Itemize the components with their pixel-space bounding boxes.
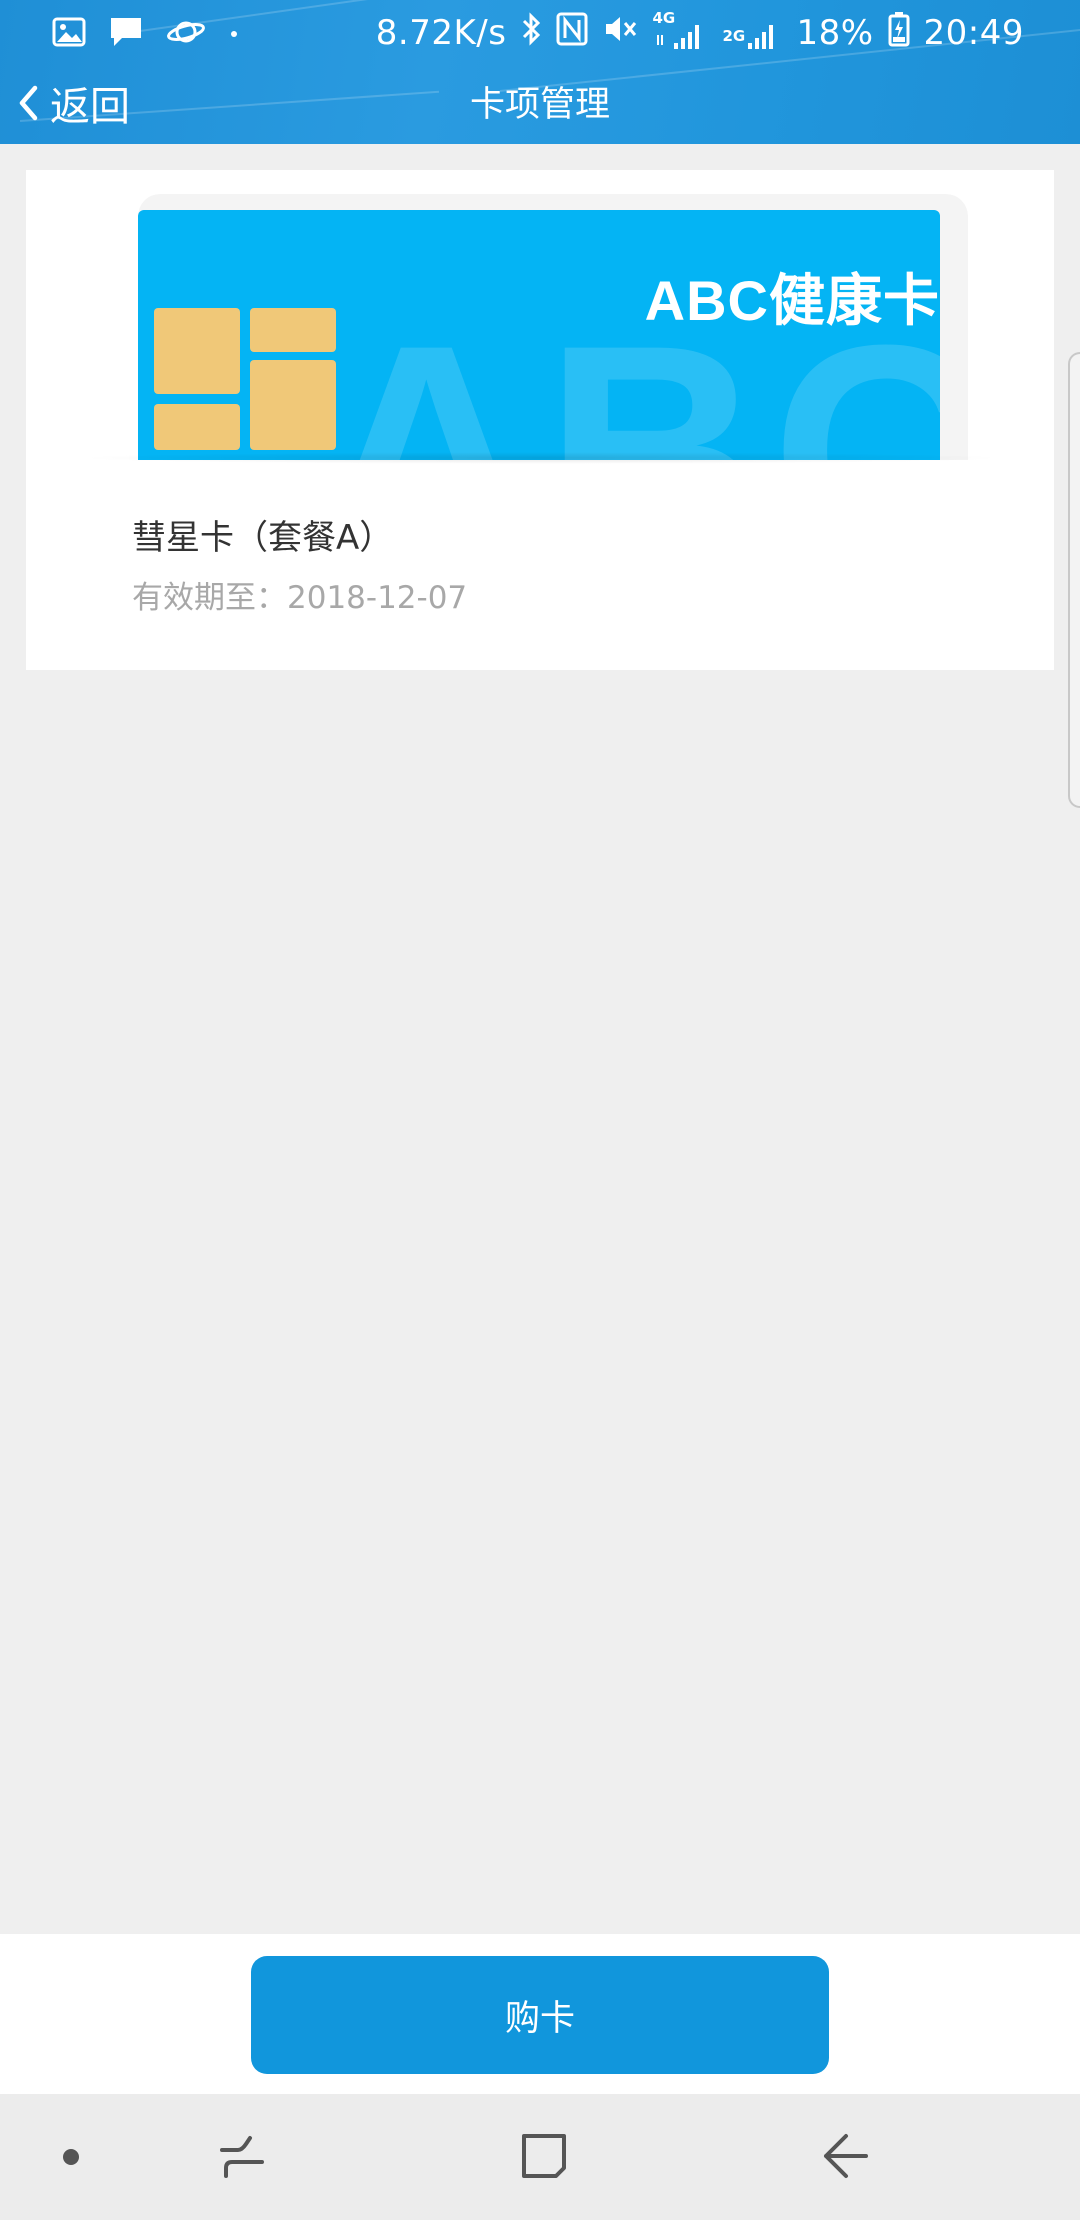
card-item[interactable]: ABC ABC健康卡 彗星卡（套餐A） 有效期至：2018-12-07	[26, 170, 1054, 670]
battery-icon	[888, 11, 910, 56]
message-notification-icon	[108, 15, 144, 53]
buy-card-label: 购卡	[504, 1998, 575, 2039]
page-title: 卡项管理	[469, 85, 610, 125]
dot-icon	[63, 2149, 79, 2165]
signal-2g-icon: 2G	[722, 13, 782, 53]
status-right-icons: 8.72K/s 4G 2G 18% 20:49	[375, 9, 1024, 56]
back-icon	[824, 2134, 868, 2178]
card-image: ABC ABC健康卡	[138, 194, 968, 460]
recent-apps-button[interactable]	[218, 2132, 266, 2184]
buy-card-button[interactable]: 购卡	[251, 1956, 829, 2074]
title-bar: 返回 卡项管理	[0, 66, 1080, 144]
card-shadow	[76, 452, 1006, 464]
nav-dot-button[interactable]	[60, 2146, 82, 2172]
card-brand-text: ABC健康卡	[644, 269, 940, 332]
navigation-bar	[0, 2094, 1080, 2220]
nfc-icon	[556, 12, 588, 55]
card-chip-block	[250, 308, 336, 352]
signal-4g-icon: 4G	[652, 9, 708, 53]
app-header: 8.72K/s 4G 2G 18% 20:49 返回 卡项管理	[0, 0, 1080, 144]
network-speed: 8.72K/s	[375, 13, 507, 53]
buy-bar: 购卡	[0, 1934, 1080, 2094]
status-left-icons	[52, 14, 240, 54]
planet-app-icon	[166, 16, 206, 52]
dot-icon	[228, 25, 240, 44]
battery-percent: 18%	[796, 13, 874, 53]
home-icon	[522, 2134, 566, 2178]
card-chip-block	[250, 360, 336, 450]
card-chip-block	[154, 308, 240, 394]
gallery-notification-icon	[52, 17, 86, 51]
card-name: 彗星卡（套餐A）	[132, 518, 394, 558]
card-expiry: 有效期至：2018-12-07	[132, 580, 468, 616]
recent-apps-icon	[220, 2136, 264, 2178]
card-face: ABC ABC健康卡	[138, 210, 940, 460]
status-bar: 8.72K/s 4G 2G 18% 20:49	[0, 0, 1080, 66]
screen: 8.72K/s 4G 2G 18% 20:49 返回 卡项管理 ABC ABC健…	[0, 0, 1080, 2220]
edge-panel-handle[interactable]	[1068, 352, 1080, 808]
clock: 20:49	[923, 13, 1024, 53]
home-button[interactable]	[520, 2132, 568, 2184]
bluetooth-icon	[520, 11, 542, 55]
mute-icon	[602, 12, 638, 55]
nav-back-button[interactable]	[822, 2132, 870, 2184]
card-chip-block	[154, 404, 240, 450]
